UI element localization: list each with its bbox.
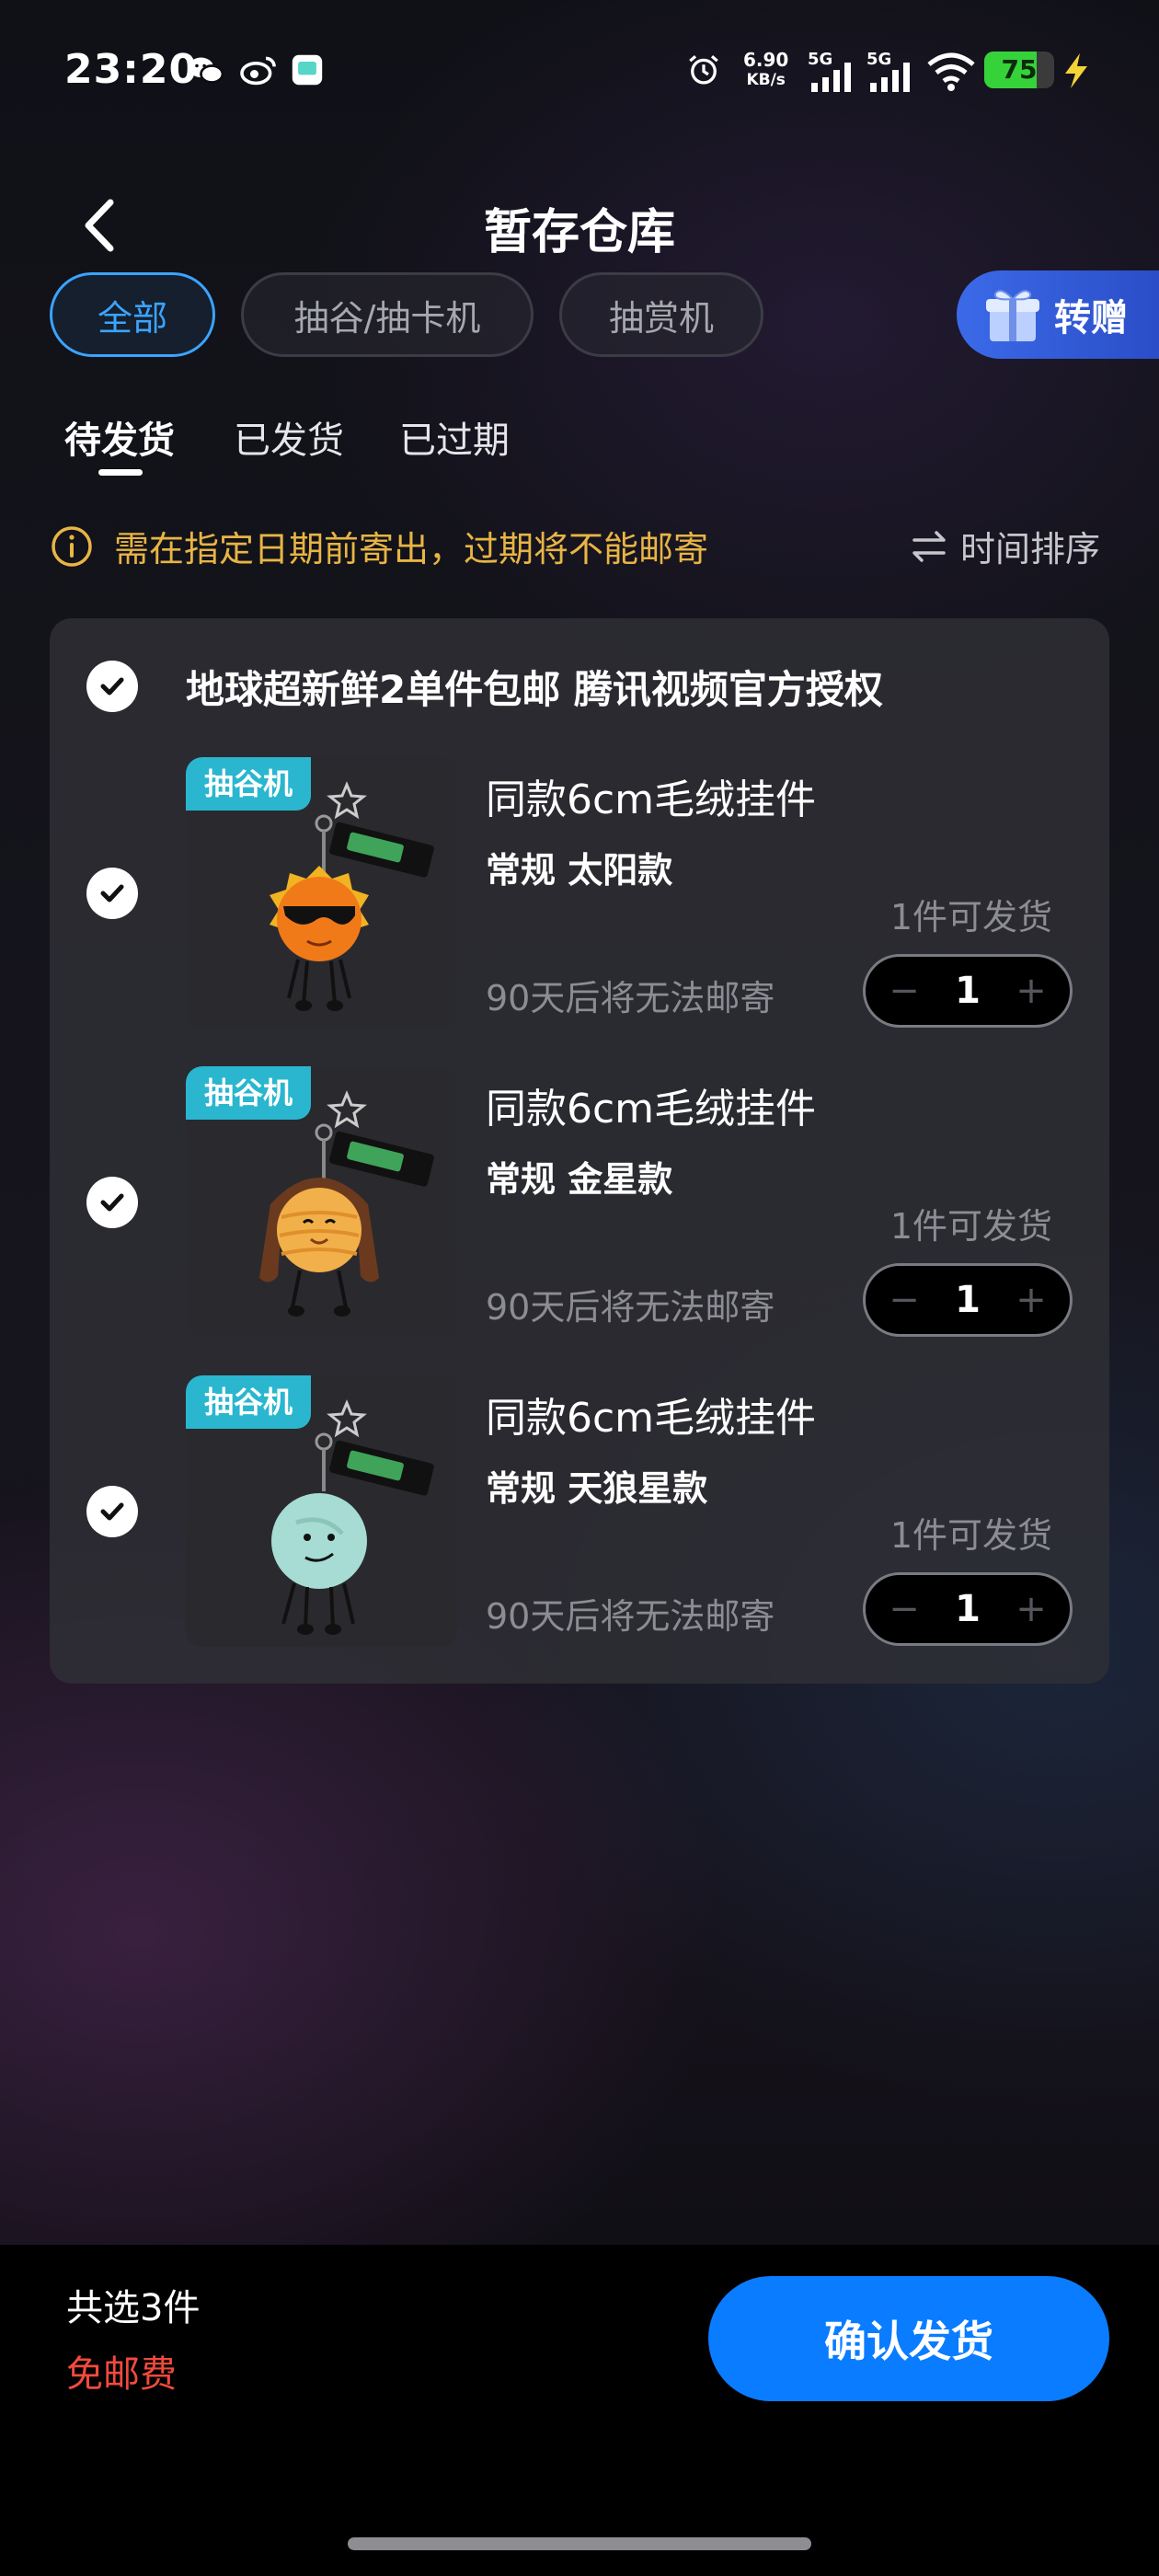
tab-expired[interactable]: 已过期 bbox=[399, 410, 510, 464]
info-icon bbox=[52, 526, 92, 567]
wechat-icon bbox=[189, 57, 224, 84]
increment-button[interactable]: + bbox=[1013, 970, 1050, 1012]
item-select-checkbox[interactable] bbox=[86, 868, 138, 919]
item-image[interactable]: 抽谷机 bbox=[186, 1375, 457, 1647]
shipping-fee: 免邮费 bbox=[66, 2353, 177, 2396]
item-tag: 抽谷机 bbox=[186, 757, 312, 811]
decrement-button[interactable]: − bbox=[886, 1279, 923, 1321]
active-tab-indicator bbox=[98, 469, 143, 476]
item-stock: 1件可发货 bbox=[889, 1515, 1052, 1556]
item-image[interactable]: 抽谷机 bbox=[186, 757, 457, 1029]
item-tag: 抽谷机 bbox=[186, 1375, 312, 1429]
decrement-button[interactable]: − bbox=[886, 1588, 923, 1630]
weibo-icon bbox=[240, 56, 276, 86]
home-indicator[interactable] bbox=[348, 2537, 811, 2550]
wifi-icon bbox=[927, 52, 975, 91]
alarm-icon bbox=[689, 55, 718, 85]
shop-title: 地球超新鲜2单件包邮 腾讯视频官方授权 bbox=[186, 667, 883, 712]
battery-indicator: 75 bbox=[984, 52, 1054, 88]
quantity-value: 1 bbox=[955, 970, 981, 1012]
item-expiry-warning: 90天后将无法邮寄 bbox=[486, 1596, 775, 1637]
selected-count: 共选3件 bbox=[66, 2287, 201, 2329]
item-select-checkbox[interactable] bbox=[86, 1486, 138, 1537]
checkmark-icon bbox=[100, 1193, 124, 1212]
item-stock: 1件可发货 bbox=[889, 897, 1052, 937]
swap-sort-icon bbox=[912, 530, 946, 562]
checkmark-icon bbox=[100, 1502, 124, 1521]
item-stock: 1件可发货 bbox=[889, 1206, 1052, 1247]
signal-1-icon bbox=[811, 63, 851, 92]
item-name: 同款6cm毛绒挂件 bbox=[486, 776, 817, 823]
checkmark-icon bbox=[100, 884, 124, 903]
charging-icon bbox=[1065, 53, 1087, 88]
battery-text: 75 bbox=[1001, 54, 1038, 85]
confirm-shipment-button[interactable]: 确认发货 bbox=[708, 2276, 1109, 2401]
tab-shipped[interactable]: 已发货 bbox=[234, 410, 344, 464]
signal-2-icon bbox=[870, 63, 910, 92]
filter-chip-prize[interactable]: 抽赏机 bbox=[559, 272, 763, 357]
quantity-stepper: − 1 + bbox=[863, 954, 1073, 1028]
tab-pending-shipment[interactable]: 待发货 bbox=[64, 410, 175, 464]
decrement-button[interactable]: − bbox=[886, 970, 923, 1012]
gift-transfer-button[interactable]: 转赠 bbox=[957, 270, 1159, 359]
gift-transfer-label: 转赠 bbox=[1054, 297, 1128, 339]
filter-chip-gacha-card[interactable]: 抽谷/抽卡机 bbox=[241, 272, 534, 357]
item-spec: 常规 天狼星款 bbox=[486, 1468, 708, 1509]
page-title: 暂存仓库 bbox=[483, 205, 675, 260]
quantity-value: 1 bbox=[955, 1588, 981, 1630]
quantity-value: 1 bbox=[955, 1279, 981, 1321]
shipping-deadline-notice: 需在指定日期前寄出，过期将不能邮寄 bbox=[114, 529, 709, 569]
filter-chip-all[interactable]: 全部 bbox=[50, 272, 215, 357]
checkmark-icon bbox=[100, 677, 124, 696]
item-spec: 常规 金星款 bbox=[486, 1159, 673, 1200]
app-icon bbox=[292, 54, 323, 86]
item-expiry-warning: 90天后将无法邮寄 bbox=[486, 1287, 775, 1328]
gift-icon bbox=[986, 290, 1039, 341]
item-image[interactable]: 抽谷机 bbox=[186, 1066, 457, 1338]
item-tag: 抽谷机 bbox=[186, 1066, 312, 1120]
increment-button[interactable]: + bbox=[1013, 1279, 1050, 1321]
item-name: 同款6cm毛绒挂件 bbox=[486, 1395, 817, 1442]
network-speed: 6.90 KB/s bbox=[743, 49, 789, 89]
shop-select-checkbox[interactable] bbox=[86, 661, 138, 712]
status-time: 23:20 bbox=[64, 46, 199, 93]
item-expiry-warning: 90天后将无法邮寄 bbox=[486, 978, 775, 1018]
quantity-stepper: − 1 + bbox=[863, 1263, 1073, 1337]
item-spec: 常规 太阳款 bbox=[486, 850, 673, 891]
time-sort-label: 时间排序 bbox=[960, 529, 1101, 569]
time-sort-button[interactable]: 时间排序 bbox=[909, 521, 1100, 571]
quantity-stepper: − 1 + bbox=[863, 1572, 1073, 1646]
increment-button[interactable]: + bbox=[1013, 1588, 1050, 1630]
item-select-checkbox[interactable] bbox=[86, 1177, 138, 1228]
item-name: 同款6cm毛绒挂件 bbox=[486, 1086, 817, 1133]
